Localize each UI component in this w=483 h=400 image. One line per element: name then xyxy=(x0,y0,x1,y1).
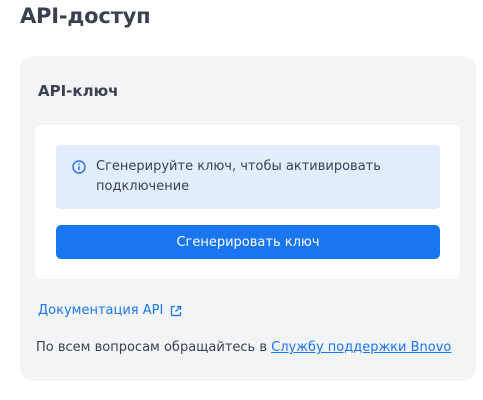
notice-text: Сгенерируйте ключ, чтобы активировать по… xyxy=(96,159,381,194)
support-link[interactable]: Службу поддержки Bnovo xyxy=(271,340,451,355)
support-prefix: По всем вопросам обращайтесь в xyxy=(36,340,272,355)
key-panel: Сгенерируйте ключ, чтобы активировать по… xyxy=(35,125,460,279)
generate-key-button[interactable]: Сгенерировать ключ xyxy=(56,225,440,259)
support-text: По всем вопросам обращайтесь в Службу по… xyxy=(36,340,451,355)
api-key-card: API-ключ Сгенерируйте ключ, чтобы активи… xyxy=(20,56,476,381)
info-notice: Сгенерируйте ключ, чтобы активировать по… xyxy=(56,145,440,209)
page-title: API-доступ xyxy=(20,4,151,28)
external-link-icon xyxy=(170,305,182,317)
card-title: API-ключ xyxy=(38,82,119,100)
api-docs-link-label: Документация API xyxy=(38,303,164,318)
api-docs-link[interactable]: Документация API xyxy=(38,303,182,318)
info-icon xyxy=(72,159,86,174)
